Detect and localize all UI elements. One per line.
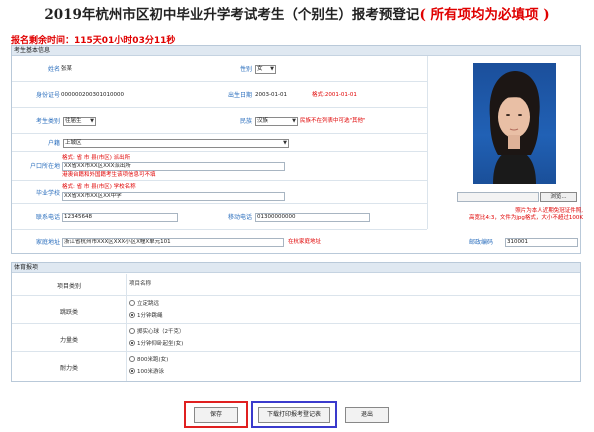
photo-upload: 浏览... (457, 192, 577, 202)
title-required-note: ( 所有项均为必填项 ) (419, 7, 550, 23)
browse-button[interactable]: 浏览... (540, 192, 577, 202)
basic-info-header: 考生基本信息 (12, 46, 580, 56)
row-id-birth: 身份证号 000000200301010000 出生日期 2003-01-01 … (12, 83, 427, 108)
row-address-postcode: 家庭地址 浙江省杭州市XXX区XXX小区X幢X单元101 在杭家庭地址 邮政编码… (12, 230, 580, 255)
address-hint: 在杭家庭地址 (288, 239, 322, 245)
sports-header: 体育报项 (12, 263, 580, 273)
photo-section: 浏览... 照片为本人近期免冠证件照, 高宽比4:3，文件为jpg格式，大小不超… (427, 56, 583, 229)
mobile-input[interactable]: 01300000000 (255, 213, 370, 222)
chevron-down-icon: ▼ (283, 140, 287, 146)
chevron-down-icon: ▼ (270, 66, 274, 72)
row-category-ethnic: 考生类别 往届生 ▼ 民族 汉族 ▼ 民族不在列表中可选"其他" (12, 109, 427, 134)
school-input[interactable]: XX省XX市XX区XX中学 (62, 192, 285, 201)
mobile-label: 移动电话 (227, 214, 252, 221)
hukou-label: 户籍 (47, 140, 60, 147)
option-shot-ball[interactable]: 掷实心球（2千克） (129, 328, 185, 336)
ethnic-select[interactable]: 汉族 ▼ (255, 117, 298, 126)
photo-note-line2: 高宽比4:3，文件为jpg格式，大小不超过100K (469, 215, 583, 221)
table-row: 跳跃类 立定跳远 1分钟跳绳 (12, 297, 580, 324)
download-form-button[interactable]: 下载打印报考登记表 (258, 407, 330, 423)
birth-format-hint: 格式:2001-01-01 (312, 92, 357, 98)
phone-label: 联系电话 (35, 214, 60, 221)
chevron-down-icon: ▼ (90, 118, 94, 124)
category-jump: 跳跃类 (59, 309, 78, 316)
gender-select[interactable]: 女 ▼ (255, 65, 276, 74)
option-100m-swim[interactable]: 100米游泳 (129, 368, 164, 376)
address-label: 家庭地址 (35, 239, 60, 246)
category-strength: 力量类 (59, 337, 78, 344)
radio-icon[interactable] (129, 328, 135, 334)
radio-selected-icon[interactable] (129, 368, 135, 374)
radio-selected-icon[interactable] (129, 312, 135, 318)
portrait-image (489, 71, 540, 184)
hukou-address-input[interactable]: XX省XX市XX区XXX派出所 (62, 162, 285, 171)
sports-panel: 体育报项 项目类别 项目名称 跳跃类 立定跳远 1分钟跳绳 力量类 掷实心球（2… (11, 262, 581, 382)
exit-button[interactable]: 退出 (345, 407, 389, 423)
col-name-header: 项目名称 (129, 281, 152, 287)
category-endurance: 耐力类 (59, 365, 78, 372)
photo-note-line1: 照片为本人近期免冠证件照, (515, 208, 583, 214)
option-standing-jump[interactable]: 立定跳远 (129, 300, 159, 308)
page-title: 2019年杭州市区初中毕业升学考试考生（个别生）报考预登记( 所有项均为必填项 … (0, 3, 594, 23)
postcode-label: 邮政编码 (468, 239, 493, 246)
radio-selected-icon[interactable] (129, 340, 135, 346)
sports-table-header: 项目类别 项目名称 (12, 274, 580, 296)
id-value[interactable]: 000000200301010000 (61, 92, 124, 99)
birth-label: 出生日期 (227, 92, 252, 99)
postcode-input[interactable]: 310001 (505, 238, 578, 247)
photo-file-field[interactable] (457, 192, 539, 202)
ethnic-hint: 民族不在列表中可选"其他" (300, 118, 366, 124)
row-name-gender: 姓名 张某 性别 女 ▼ (12, 57, 427, 82)
hukou-select[interactable]: 上城区 ▼ (63, 139, 289, 148)
birth-value[interactable]: 2003-01-01 (255, 92, 287, 99)
category-label: 考生类别 (35, 118, 60, 125)
name-value[interactable]: 张某 (61, 66, 72, 73)
hukou-address-label: 户口所在地 (29, 163, 60, 170)
title-main: 2019年杭州市区初中毕业升学考试考生（个别生）报考预登记 (44, 7, 420, 23)
option-sit-ups[interactable]: 1分钟仰卧起坐(女) (129, 340, 183, 348)
photo-requirements: 照片为本人近期免冠证件照, 高宽比4:3，文件为jpg格式，大小不超过100K (443, 208, 583, 222)
table-row: 耐力类 800米跑(女) 100米游泳 (12, 353, 580, 380)
option-rope-skipping[interactable]: 1分钟跳绳 (129, 312, 163, 320)
school-label: 毕业学校 (35, 190, 60, 197)
row-school: 毕业学校 格式: 省 市 县(市区) 学校名称 XX省XX市XX区XX中学 (12, 182, 427, 204)
school-format-hint: 格式: 省 市 县(市区) 学校名称 (62, 184, 136, 190)
col-category-header: 项目类别 (56, 283, 81, 290)
phone-input[interactable]: 12345648 (62, 213, 178, 222)
category-select[interactable]: 往届生 ▼ (63, 117, 96, 126)
hukou-address-format-hint: 格式: 省 市 县(市区) 派出所 (62, 155, 131, 161)
row-hukou-address: 户口所在地 格式: 省 市 县(市区) 派出所 XX省XX市XX区XXX派出所 … (12, 153, 427, 181)
option-800m-run[interactable]: 800米跑(女) (129, 356, 168, 364)
name-label: 姓名 (47, 66, 60, 73)
applicant-photo (473, 63, 556, 184)
row-phone-mobile: 联系电话 12345648 移动电话 01300000000 (12, 205, 427, 230)
radio-icon[interactable] (129, 356, 135, 362)
address-input[interactable]: 浙江省杭州市XXX区XXX小区X幢X单元101 (62, 238, 284, 247)
chevron-down-icon: ▼ (292, 118, 296, 124)
id-label: 身份证号 (35, 92, 60, 99)
table-row: 力量类 掷实心球（2千克） 1分钟仰卧起坐(女) (12, 325, 580, 352)
hukou-address-note: 港澳台籍和外国籍考生该项信息可不填 (62, 172, 156, 178)
gender-label: 性别 (239, 66, 252, 73)
basic-info-panel: 考生基本信息 姓名 张某 性别 女 ▼ 身份证号 0000002003010100… (11, 45, 583, 255)
row-hukou: 户籍 上城区 ▼ (12, 135, 427, 152)
ethnic-label: 民族 (239, 118, 252, 125)
save-button[interactable]: 保存 (194, 407, 238, 423)
radio-icon[interactable] (129, 300, 135, 306)
